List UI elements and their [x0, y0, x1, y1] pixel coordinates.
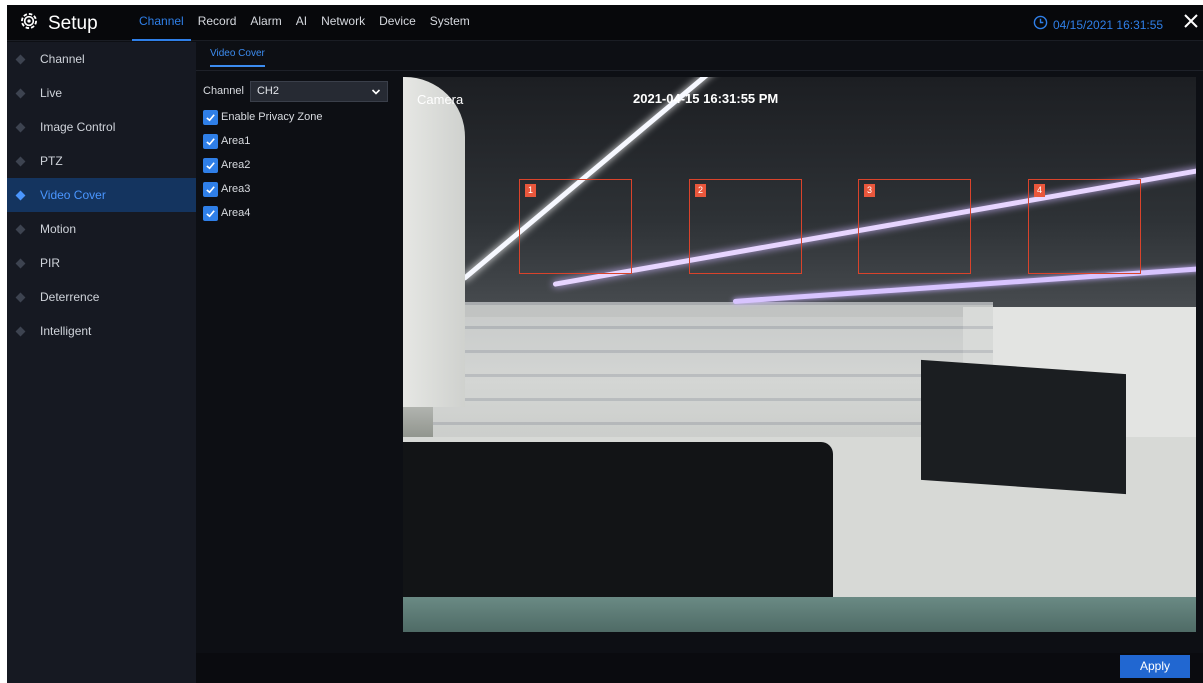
nav-ai[interactable]: AI	[289, 5, 314, 41]
checkmark-icon	[203, 205, 218, 221]
diamond-icon	[15, 326, 26, 336]
enable-privacy-zone-checkbox[interactable]: Enable Privacy Zone	[203, 105, 398, 129]
nav-device[interactable]: Device	[372, 5, 423, 41]
cubicle-image-region	[403, 597, 1196, 632]
diamond-icon	[15, 258, 26, 268]
channel-label: Channel	[203, 85, 244, 97]
zone-number: 3	[864, 184, 875, 197]
privacy-zone-3[interactable]: 3	[858, 179, 971, 274]
sidebar-item-label: PTZ	[40, 154, 63, 168]
bottom-bar	[196, 653, 1203, 683]
top-nav: Channel Record Alarm AI Network Device S…	[132, 5, 477, 41]
diamond-icon	[15, 224, 26, 234]
privacy-form: Channel CH2 Enable Privacy Zone Area1 Ar…	[203, 80, 398, 225]
video-preview[interactable]: Camera 2021-04-15 16:31:55 PM 1 2 3 4	[403, 77, 1196, 632]
zone-number: 1	[525, 184, 536, 197]
zone-number: 2	[695, 184, 706, 197]
sidebar-item-label: Intelligent	[40, 324, 92, 338]
sidebar-item-image-control[interactable]: Image Control	[7, 110, 196, 144]
sidebar-item-deterrence[interactable]: Deterrence	[7, 280, 196, 314]
enable-privacy-zone-label: Enable Privacy Zone	[221, 111, 323, 123]
checkmark-icon	[203, 181, 218, 197]
privacy-zone-1[interactable]: 1	[519, 179, 632, 274]
brand: Setup	[19, 11, 98, 36]
channel-select-value: CH2	[256, 84, 279, 97]
tab-video-cover[interactable]: Video Cover	[210, 48, 265, 67]
gear-icon	[19, 11, 39, 36]
diamond-icon	[15, 156, 26, 166]
monitor-image-region	[403, 442, 833, 622]
sidebar-item-pir[interactable]: PIR	[7, 246, 196, 280]
nav-network[interactable]: Network	[314, 5, 372, 41]
clock-datetime: 04/15/2021 16:31:55	[1053, 18, 1164, 32]
diamond-icon	[15, 190, 26, 200]
area2-checkbox[interactable]: Area2	[203, 153, 398, 177]
sidebar-item-label: PIR	[40, 256, 61, 270]
diamond-icon	[15, 122, 26, 132]
nav-channel[interactable]: Channel	[132, 5, 191, 41]
top-bar: Setup Channel Record Alarm AI Network De…	[7, 5, 1203, 41]
apply-button[interactable]: Apply	[1120, 655, 1190, 678]
pillar-image-region	[403, 77, 465, 407]
sidebar-item-ptz[interactable]: PTZ	[7, 144, 196, 178]
area4-label: Area4	[221, 207, 251, 219]
nav-record[interactable]: Record	[191, 5, 244, 41]
sidebar-item-label: Image Control	[40, 120, 116, 134]
channel-select[interactable]: CH2	[249, 80, 388, 102]
close-icon	[1184, 14, 1198, 28]
sidebar-item-channel[interactable]: Channel	[7, 42, 196, 76]
sidebar-item-label: Channel	[40, 52, 85, 66]
sidebar-item-label: Deterrence	[40, 290, 100, 304]
shelves-image-region	[433, 302, 993, 452]
area3-checkbox[interactable]: Area3	[203, 177, 398, 201]
sidebar-item-video-cover[interactable]: Video Cover	[7, 178, 196, 212]
clock: 04/15/2021 16:31:55	[1033, 15, 1163, 35]
tab-strip: Video Cover	[196, 42, 1203, 71]
sidebar-item-label: Motion	[40, 222, 77, 236]
area2-label: Area2	[221, 159, 251, 171]
checkmark-icon	[203, 157, 218, 173]
sidebar: Channel Live Image Control PTZ Video Cov…	[7, 42, 196, 683]
diamond-icon	[15, 54, 26, 64]
zone-number: 4	[1034, 184, 1045, 197]
checkmark-icon	[203, 109, 218, 125]
area3-label: Area3	[221, 183, 251, 195]
camera-label: Camera	[417, 92, 464, 107]
privacy-zone-2[interactable]: 2	[689, 179, 802, 274]
checkmark-icon	[203, 133, 218, 149]
sidebar-item-motion[interactable]: Motion	[7, 212, 196, 246]
diamond-icon	[15, 88, 26, 98]
chevron-down-icon	[371, 88, 381, 95]
sidebar-item-label: Video Cover	[40, 188, 106, 202]
camera-timestamp: 2021-04-15 16:31:55 PM	[633, 91, 779, 106]
diamond-icon	[15, 292, 26, 302]
close-button[interactable]	[1181, 11, 1201, 31]
area1-label: Area1	[221, 135, 251, 147]
clock-icon	[1033, 15, 1048, 35]
privacy-zone-4[interactable]: 4	[1028, 179, 1141, 274]
sidebar-item-intelligent[interactable]: Intelligent	[7, 314, 196, 348]
page-title: Setup	[48, 12, 98, 34]
monitor-image-region	[921, 359, 1126, 495]
sidebar-item-label: Live	[40, 86, 63, 100]
channel-row: Channel CH2	[203, 80, 398, 102]
area1-checkbox[interactable]: Area1	[203, 129, 398, 153]
nav-system[interactable]: System	[423, 5, 477, 41]
sidebar-item-live[interactable]: Live	[7, 76, 196, 110]
nav-alarm[interactable]: Alarm	[243, 5, 288, 41]
area4-checkbox[interactable]: Area4	[203, 201, 398, 225]
